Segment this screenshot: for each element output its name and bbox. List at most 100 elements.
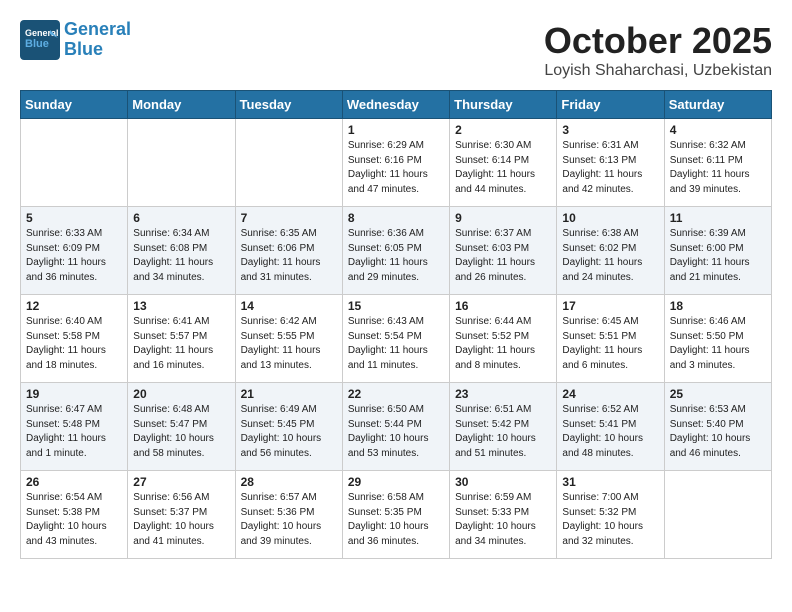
calendar-cell: 31Sunrise: 7:00 AM Sunset: 5:32 PM Dayli…	[557, 471, 664, 559]
day-number: 22	[348, 387, 444, 401]
calendar-week-3: 12Sunrise: 6:40 AM Sunset: 5:58 PM Dayli…	[21, 295, 772, 383]
day-number: 13	[133, 299, 229, 313]
location: Loyish Shaharchasi, Uzbekistan	[544, 62, 772, 80]
cell-details: Sunrise: 6:47 AM Sunset: 5:48 PM Dayligh…	[26, 403, 122, 461]
day-number: 11	[670, 211, 766, 225]
cell-details: Sunrise: 6:34 AM Sunset: 6:08 PM Dayligh…	[133, 227, 229, 285]
logo: General Blue General Blue	[20, 20, 131, 60]
cell-details: Sunrise: 6:53 AM Sunset: 5:40 PM Dayligh…	[670, 403, 766, 461]
cell-details: Sunrise: 6:50 AM Sunset: 5:44 PM Dayligh…	[348, 403, 444, 461]
svg-text:Blue: Blue	[25, 38, 49, 50]
calendar-cell: 25 Sunrise: 6:53 AM Sunset: 5:40 PM Dayli…	[664, 383, 771, 471]
cell-details: Sunrise: 6:58 AM Sunset: 5:35 PM Dayligh…	[348, 491, 444, 549]
day-number: 1	[348, 123, 444, 137]
calendar-cell: 5Sunrise: 6:33 AM Sunset: 6:09 PM Daylig…	[21, 207, 128, 295]
day-number: 17	[562, 299, 658, 313]
column-header-friday: Friday	[557, 91, 664, 119]
cell-details: Sunrise: 6:39 AM Sunset: 6:00 PM Dayligh…	[670, 227, 766, 285]
cell-details: Sunrise: 6:51 AM Sunset: 5:42 PM Dayligh…	[455, 403, 551, 461]
day-number: 15	[348, 299, 444, 313]
day-number: 9	[455, 211, 551, 225]
calendar-week-1: 1 Sunrise: 6:29 AM Sunset: 6:16 PM Daylig…	[21, 119, 772, 207]
day-number: 7	[241, 211, 337, 225]
day-number: 5	[26, 211, 122, 225]
day-number: 29	[348, 475, 444, 489]
cell-details: Sunrise: 6:32 AM Sunset: 6:11 PM Dayligh…	[670, 139, 766, 197]
calendar-cell: 20 Sunrise: 6:48 AM Sunset: 5:47 PM Dayli…	[128, 383, 235, 471]
calendar-cell: 24 Sunrise: 6:52 AM Sunset: 5:41 PM Dayli…	[557, 383, 664, 471]
calendar-cell: 16 Sunrise: 6:44 AM Sunset: 5:52 PM Dayli…	[450, 295, 557, 383]
cell-details: Sunrise: 6:43 AM Sunset: 5:54 PM Dayligh…	[348, 315, 444, 373]
calendar-cell	[664, 471, 771, 559]
logo-icon: General Blue	[20, 20, 60, 60]
calendar-cell: 29 Sunrise: 6:58 AM Sunset: 5:35 PM Dayli…	[342, 471, 449, 559]
calendar-cell: 19 Sunrise: 6:47 AM Sunset: 5:48 PM Dayli…	[21, 383, 128, 471]
calendar-cell: 9 Sunrise: 6:37 AM Sunset: 6:03 PM Daylig…	[450, 207, 557, 295]
cell-details: Sunrise: 6:29 AM Sunset: 6:16 PM Dayligh…	[348, 139, 444, 197]
calendar-cell	[235, 119, 342, 207]
title-block: October 2025 Loyish Shaharchasi, Uzbekis…	[544, 20, 772, 80]
page-header: General Blue General Blue October 2025 L…	[20, 20, 772, 80]
calendar-cell	[21, 119, 128, 207]
calendar-cell: 3 Sunrise: 6:31 AM Sunset: 6:13 PM Daylig…	[557, 119, 664, 207]
calendar-cell: 10 Sunrise: 6:38 AM Sunset: 6:02 PM Dayli…	[557, 207, 664, 295]
day-number: 6	[133, 211, 229, 225]
calendar-cell: 23 Sunrise: 6:51 AM Sunset: 5:42 PM Dayli…	[450, 383, 557, 471]
cell-details: Sunrise: 6:45 AM Sunset: 5:51 PM Dayligh…	[562, 315, 658, 373]
day-number: 8	[348, 211, 444, 225]
calendar-week-5: 26 Sunrise: 6:54 AM Sunset: 5:38 PM Dayli…	[21, 471, 772, 559]
calendar-week-4: 19 Sunrise: 6:47 AM Sunset: 5:48 PM Dayli…	[21, 383, 772, 471]
cell-details: Sunrise: 6:30 AM Sunset: 6:14 PM Dayligh…	[455, 139, 551, 197]
cell-details: Sunrise: 6:48 AM Sunset: 5:47 PM Dayligh…	[133, 403, 229, 461]
calendar-cell: 6 Sunrise: 6:34 AM Sunset: 6:08 PM Daylig…	[128, 207, 235, 295]
calendar-cell: 26 Sunrise: 6:54 AM Sunset: 5:38 PM Dayli…	[21, 471, 128, 559]
calendar-cell: 8Sunrise: 6:36 AM Sunset: 6:05 PM Daylig…	[342, 207, 449, 295]
calendar-cell: 1 Sunrise: 6:29 AM Sunset: 6:16 PM Daylig…	[342, 119, 449, 207]
calendar-cell: 15 Sunrise: 6:43 AM Sunset: 5:54 PM Dayli…	[342, 295, 449, 383]
cell-details: Sunrise: 6:31 AM Sunset: 6:13 PM Dayligh…	[562, 139, 658, 197]
cell-details: Sunrise: 6:37 AM Sunset: 6:03 PM Dayligh…	[455, 227, 551, 285]
cell-details: Sunrise: 6:35 AM Sunset: 6:06 PM Dayligh…	[241, 227, 337, 285]
column-header-monday: Monday	[128, 91, 235, 119]
cell-details: Sunrise: 6:59 AM Sunset: 5:33 PM Dayligh…	[455, 491, 551, 549]
calendar-table: SundayMondayTuesdayWednesdayThursdayFrid…	[20, 90, 772, 559]
day-number: 19	[26, 387, 122, 401]
column-header-wednesday: Wednesday	[342, 91, 449, 119]
day-number: 25	[670, 387, 766, 401]
calendar-cell: 18Sunrise: 6:46 AM Sunset: 5:50 PM Dayli…	[664, 295, 771, 383]
cell-details: Sunrise: 6:44 AM Sunset: 5:52 PM Dayligh…	[455, 315, 551, 373]
cell-details: Sunrise: 6:52 AM Sunset: 5:41 PM Dayligh…	[562, 403, 658, 461]
calendar-cell: 17 Sunrise: 6:45 AM Sunset: 5:51 PM Dayli…	[557, 295, 664, 383]
cell-details: Sunrise: 6:56 AM Sunset: 5:37 PM Dayligh…	[133, 491, 229, 549]
day-number: 2	[455, 123, 551, 137]
day-number: 23	[455, 387, 551, 401]
calendar-cell: 2 Sunrise: 6:30 AM Sunset: 6:14 PM Daylig…	[450, 119, 557, 207]
calendar-cell: 21Sunrise: 6:49 AM Sunset: 5:45 PM Dayli…	[235, 383, 342, 471]
logo-text: General Blue	[64, 20, 131, 60]
calendar-cell: 14Sunrise: 6:42 AM Sunset: 5:55 PM Dayli…	[235, 295, 342, 383]
day-number: 16	[455, 299, 551, 313]
day-number: 20	[133, 387, 229, 401]
day-number: 24	[562, 387, 658, 401]
column-header-thursday: Thursday	[450, 91, 557, 119]
day-number: 26	[26, 475, 122, 489]
day-number: 3	[562, 123, 658, 137]
calendar-header: SundayMondayTuesdayWednesdayThursdayFrid…	[21, 91, 772, 119]
calendar-cell	[128, 119, 235, 207]
calendar-cell: 30 Sunrise: 6:59 AM Sunset: 5:33 PM Dayli…	[450, 471, 557, 559]
svg-text:General: General	[25, 28, 59, 38]
column-header-tuesday: Tuesday	[235, 91, 342, 119]
day-number: 18	[670, 299, 766, 313]
calendar-cell: 12Sunrise: 6:40 AM Sunset: 5:58 PM Dayli…	[21, 295, 128, 383]
cell-details: Sunrise: 6:57 AM Sunset: 5:36 PM Dayligh…	[241, 491, 337, 549]
calendar-cell: 28Sunrise: 6:57 AM Sunset: 5:36 PM Dayli…	[235, 471, 342, 559]
calendar-cell: 11 Sunrise: 6:39 AM Sunset: 6:00 PM Dayli…	[664, 207, 771, 295]
day-number: 4	[670, 123, 766, 137]
day-number: 14	[241, 299, 337, 313]
day-number: 21	[241, 387, 337, 401]
cell-details: Sunrise: 6:38 AM Sunset: 6:02 PM Dayligh…	[562, 227, 658, 285]
day-number: 30	[455, 475, 551, 489]
calendar-cell: 27Sunrise: 6:56 AM Sunset: 5:37 PM Dayli…	[128, 471, 235, 559]
day-number: 10	[562, 211, 658, 225]
cell-details: Sunrise: 6:54 AM Sunset: 5:38 PM Dayligh…	[26, 491, 122, 549]
